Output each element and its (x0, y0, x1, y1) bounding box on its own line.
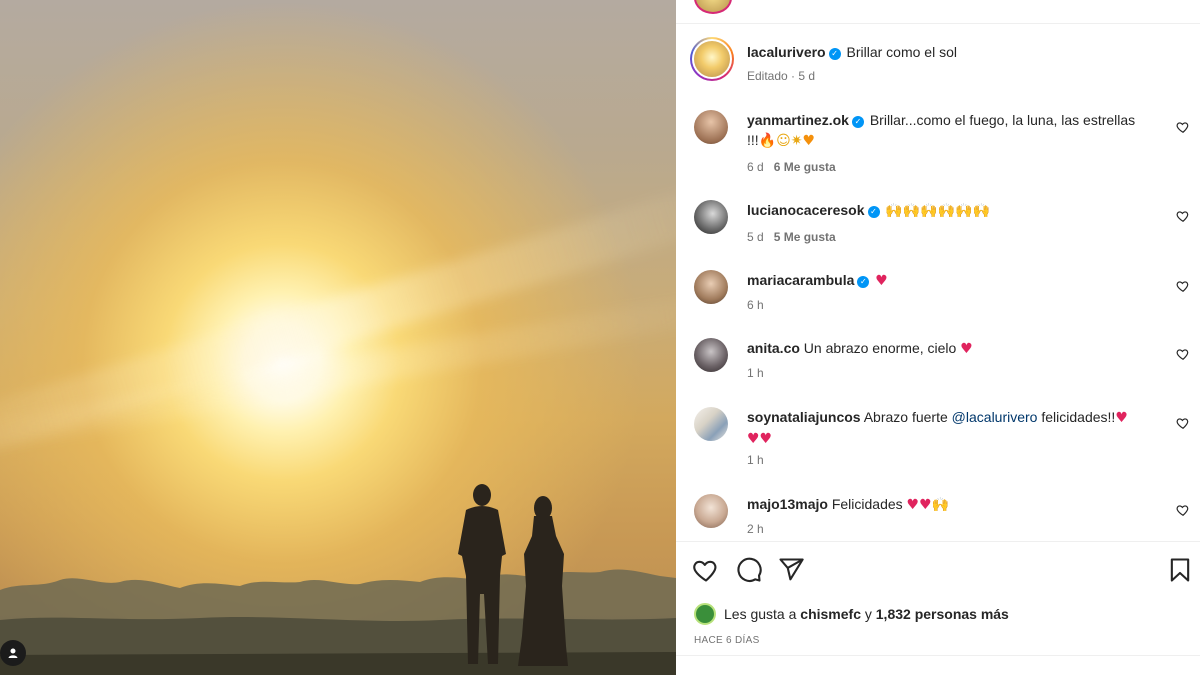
commenter-avatar[interactable] (694, 270, 728, 304)
post-header (676, 0, 1200, 24)
comment-row: mariacarambula ✓ ♥ 6 h (676, 270, 1200, 315)
comment-meta: 5 d 5 Me gusta (747, 230, 836, 244)
liker-username[interactable]: chismefc (800, 606, 861, 622)
author-avatar[interactable] (690, 37, 734, 81)
red-heart-icon: ♥♥ (906, 497, 932, 513)
like-comment-heart-icon[interactable] (1176, 416, 1190, 430)
tagged-users-icon[interactable] (0, 640, 26, 666)
caption-row: lacalurivero ✓ Brillar como el sol Editad… (676, 37, 1200, 87)
comment-row: majo13majo Felicidades ♥♥🙌 2 h (676, 494, 1200, 538)
comment-likes[interactable]: 5 Me gusta (774, 230, 836, 244)
verified-badge-icon: ✓ (851, 116, 864, 128)
author-avatar[interactable] (694, 0, 732, 14)
comments-panel: lacalurivero ✓ Brillar como el sol Editad… (676, 0, 1200, 675)
comment-age[interactable]: 6 h (747, 298, 764, 312)
comment-text: !!! (747, 132, 759, 148)
bookmark-icon[interactable] (1166, 556, 1194, 584)
man-silhouette (458, 484, 506, 664)
treeline-silhouette (0, 569, 676, 675)
comment-row: yanmartinez.ok ✓ Brillar...como el fuego,… (676, 110, 1200, 180)
paper-plane-icon[interactable] (777, 556, 805, 584)
red-heart-icon: ♥♥ (747, 431, 773, 447)
liker-avatar[interactable] (694, 603, 716, 625)
commenter-avatar[interactable] (694, 494, 728, 528)
like-comment-heart-icon[interactable] (1176, 279, 1190, 293)
comment-username[interactable]: lucianocaceresok (747, 202, 865, 218)
red-heart-icon: ♥ (1115, 410, 1128, 426)
heart-outline-icon[interactable] (692, 556, 720, 584)
mention-link[interactable]: @lacalurivero (952, 409, 1038, 425)
likes-count-link[interactable]: 1,832 personas más (876, 606, 1009, 622)
comment-age[interactable]: 2 h (747, 522, 764, 536)
verified-badge-icon: ✓ (867, 206, 880, 218)
comment-meta: 6 h (747, 298, 764, 312)
commenter-avatar[interactable] (694, 407, 728, 441)
likes-connector: y (864, 606, 872, 622)
like-comment-heart-icon[interactable] (1176, 503, 1190, 517)
likes-prefix: Les gusta a (724, 606, 797, 622)
comment-username[interactable]: anita.co (747, 340, 800, 356)
comment-text: Un abrazo enorme, cielo (803, 340, 957, 356)
comment-age[interactable]: 1 h (747, 366, 764, 380)
post-photo[interactable] (0, 0, 676, 675)
like-comment-heart-icon[interactable] (1176, 120, 1190, 134)
post-timestamp[interactable]: HACE 6 DÍAS (694, 635, 760, 646)
fire-icon: 🔥 (758, 133, 777, 149)
like-comment-heart-icon[interactable] (1176, 347, 1190, 361)
comment-likes[interactable]: 6 Me gusta (774, 160, 836, 174)
comment-row: anita.co Un abrazo enorme, cielo ♥ 1 h (676, 338, 1200, 383)
comment-text: Abrazo fuerte (863, 409, 948, 425)
comment-meta: 1 h (747, 453, 764, 467)
comment-age[interactable]: 6 d (747, 160, 764, 174)
comment-username[interactable]: majo13majo (747, 496, 828, 512)
raised-hands-icon: 🙌🙌🙌🙌🙌🙌 (885, 203, 990, 219)
caption-meta: Editado · 5 d (747, 69, 816, 83)
verified-badge-icon: ✓ (857, 276, 870, 288)
comment-meta: 1 h (747, 366, 764, 380)
orange-heart-icon: ♥ (802, 133, 816, 149)
red-heart-icon: ♥ (875, 273, 888, 289)
commenter-avatar[interactable] (694, 110, 728, 144)
commenter-avatar[interactable] (694, 338, 728, 372)
divider (676, 541, 1200, 542)
action-bar (676, 556, 1200, 586)
comment-username[interactable]: yanmartinez.ok (747, 112, 849, 128)
comment-text: felicidades!! (1041, 409, 1116, 425)
smiling-face-icon: ☺ (776, 133, 791, 149)
likes-summary: Les gusta a chismefc y 1,832 personas má… (694, 603, 1194, 625)
divider (676, 655, 1200, 656)
comment-meta: 6 d 6 Me gusta (747, 160, 836, 174)
sparkles-icon: ✷ (790, 133, 803, 149)
comment-age[interactable]: 1 h (747, 453, 764, 467)
commenter-avatar[interactable] (694, 200, 728, 234)
red-heart-icon: ♥ (960, 341, 973, 357)
comment-row: soynataliajuncos Abrazo fuerte @lacaluri… (676, 407, 1200, 472)
caption-username[interactable]: lacalurivero (747, 44, 826, 60)
comment-meta: 2 h (747, 522, 764, 536)
verified-badge-icon: ✓ (828, 48, 841, 60)
raised-hands-icon: 🙌 (931, 497, 950, 513)
comment-row: lucianocaceresok ✓ 🙌🙌🙌🙌🙌🙌 5 d 5 Me gusta (676, 200, 1200, 250)
caption-age[interactable]: 5 d (798, 69, 815, 83)
comment-text: Brillar...como el fuego, la luna, las es… (869, 112, 1136, 128)
comment-bubble-icon[interactable] (735, 556, 763, 584)
comment-text: Felicidades (831, 496, 903, 512)
like-comment-heart-icon[interactable] (1176, 209, 1190, 223)
edited-label: Editado (747, 69, 788, 83)
comment-age[interactable]: 5 d (747, 230, 764, 244)
caption-text: Brillar como el sol (846, 44, 957, 60)
woman-silhouette (518, 496, 568, 666)
comment-username[interactable]: mariacarambula (747, 272, 854, 288)
comment-username[interactable]: soynataliajuncos (747, 409, 861, 425)
